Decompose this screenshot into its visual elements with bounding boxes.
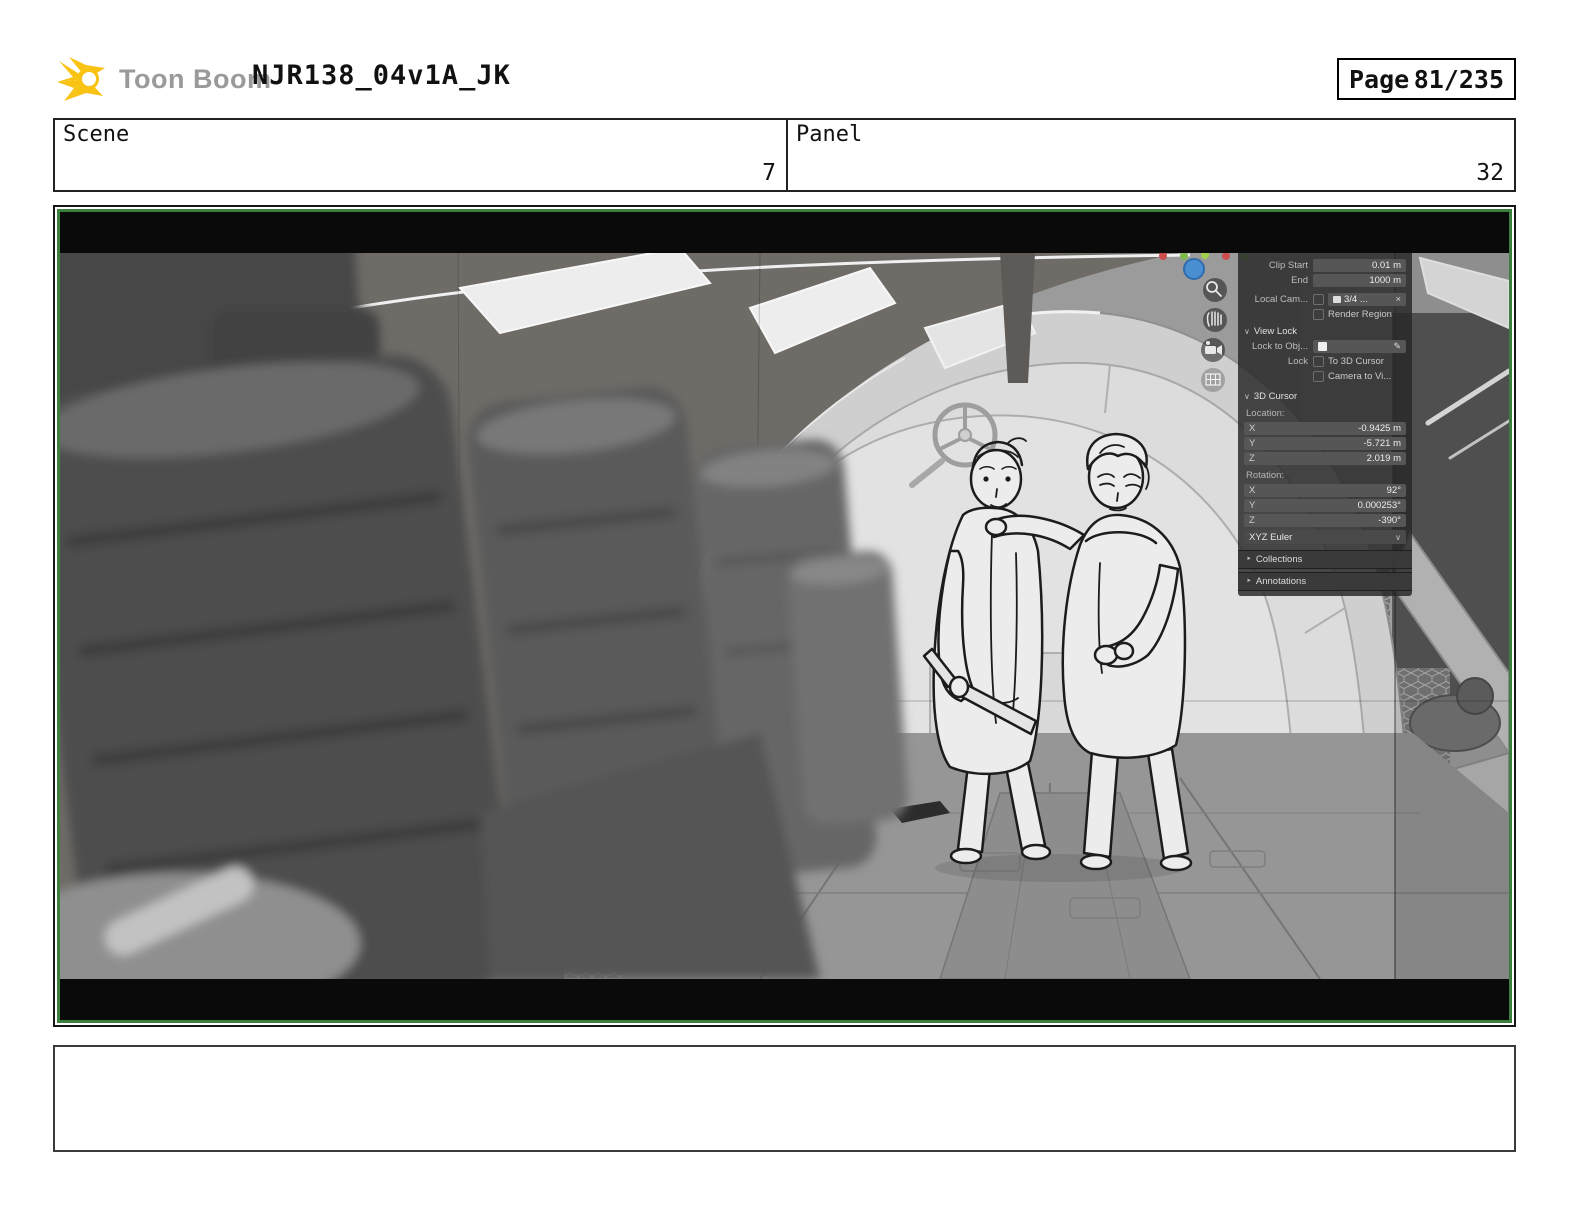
- object-icon: [1318, 342, 1327, 351]
- scene-cell: Scene 7: [55, 120, 788, 190]
- annotations-panel-header[interactable]: Annotations: [1238, 572, 1412, 591]
- pan-hand-icon[interactable]: [1203, 308, 1227, 332]
- rotation-label: Rotation:: [1246, 470, 1285, 481]
- page-number: 81/235: [1413, 64, 1504, 94]
- panel-cell: Panel 32: [788, 120, 1514, 190]
- view-lock-header[interactable]: View Lock: [1244, 325, 1406, 338]
- euler-mode-dropdown[interactable]: XYZ Euler: [1244, 530, 1406, 544]
- clip-end-label: End: [1291, 275, 1308, 286]
- panel-number: 32: [1476, 160, 1504, 186]
- chevron-right-icon: [1246, 575, 1252, 588]
- scene-label: Scene: [63, 122, 130, 147]
- clear-icon[interactable]: ×: [1391, 293, 1401, 306]
- caption-box: [53, 1045, 1516, 1152]
- local-camera-field[interactable]: 3/4 ... ×: [1328, 293, 1406, 306]
- render-region-checkbox[interactable]: [1313, 309, 1324, 320]
- storyboard-panel-frame: Clip Start 0.01 m End 1000 m Local Cam..…: [53, 205, 1516, 1027]
- location-x-field[interactable]: X -0.9425 m: [1244, 422, 1406, 435]
- lock-to-object-label: Lock to Obj...: [1252, 341, 1308, 352]
- local-camera-label: Local Cam...: [1254, 294, 1308, 305]
- blender-view-panel: Clip Start 0.01 m End 1000 m Local Cam..…: [1238, 253, 1412, 596]
- chevron-right-icon: [1246, 553, 1252, 566]
- toonboom-logo: Toon Boom: [57, 55, 271, 103]
- eyedropper-icon[interactable]: [1393, 340, 1401, 353]
- project-title: NJR138_04v1A_JK: [252, 60, 511, 91]
- scene-number: 7: [762, 160, 776, 186]
- navigation-gizmo-dot[interactable]: [1183, 258, 1205, 280]
- lock-label: Lock: [1287, 356, 1308, 367]
- camera-view-icon[interactable]: [1201, 338, 1225, 362]
- grid-ortho-icon[interactable]: [1201, 368, 1225, 392]
- camera-object-icon: [1333, 296, 1341, 303]
- clip-start-field[interactable]: 0.01 m: [1313, 259, 1406, 272]
- to-3d-cursor-label: To 3D Cursor: [1328, 356, 1384, 367]
- logo-wordmark: Toon Boom: [119, 63, 272, 94]
- camera-frame-border: Clip Start 0.01 m End 1000 m Local Cam..…: [57, 209, 1512, 1023]
- rotation-x-field[interactable]: X 92°: [1244, 484, 1406, 497]
- rotation-y-field[interactable]: Y 0.000253°: [1244, 499, 1406, 512]
- rotation-z-field[interactable]: Z -390°: [1244, 514, 1406, 527]
- letterbox-top: [60, 212, 1509, 253]
- camera-bound-shade: [1395, 253, 1509, 979]
- letterbox-bottom: [60, 979, 1509, 1020]
- cursor-3d-header[interactable]: 3D Cursor: [1244, 390, 1406, 403]
- lock-to-object-field[interactable]: [1313, 340, 1406, 353]
- location-z-field[interactable]: Z 2.019 m: [1244, 452, 1406, 465]
- viewport-image: Clip Start 0.01 m End 1000 m Local Cam..…: [60, 253, 1509, 979]
- chevron-down-icon: [1244, 325, 1250, 338]
- clip-end-field[interactable]: 1000 m: [1313, 274, 1406, 287]
- location-label: Location:: [1246, 408, 1285, 419]
- storyboard-page: { "header": { "logo_text": "Toon Boom", …: [0, 0, 1584, 1224]
- chevron-down-icon: [1244, 390, 1250, 403]
- local-camera-checkbox[interactable]: [1313, 294, 1324, 305]
- render-region-label: Render Region: [1328, 309, 1392, 320]
- toonboom-burst-icon: [57, 57, 105, 101]
- chevron-down-icon: [1395, 531, 1401, 544]
- zoom-icon[interactable]: [1203, 278, 1227, 302]
- panel-label: Panel: [796, 122, 863, 147]
- collections-panel-header[interactable]: Collections: [1238, 550, 1412, 569]
- camera-to-view-label: Camera to Vi...: [1328, 371, 1392, 382]
- camera-to-view-checkbox[interactable]: [1313, 371, 1324, 382]
- page-indicator: Page 81/235: [1337, 58, 1516, 100]
- scene-panel-row: Scene 7 Panel 32: [53, 118, 1516, 192]
- to-3d-cursor-checkbox[interactable]: [1313, 356, 1324, 367]
- location-y-field[interactable]: Y -5.721 m: [1244, 437, 1406, 450]
- clip-start-label: Clip Start: [1268, 260, 1308, 271]
- page-label: Page: [1349, 64, 1410, 94]
